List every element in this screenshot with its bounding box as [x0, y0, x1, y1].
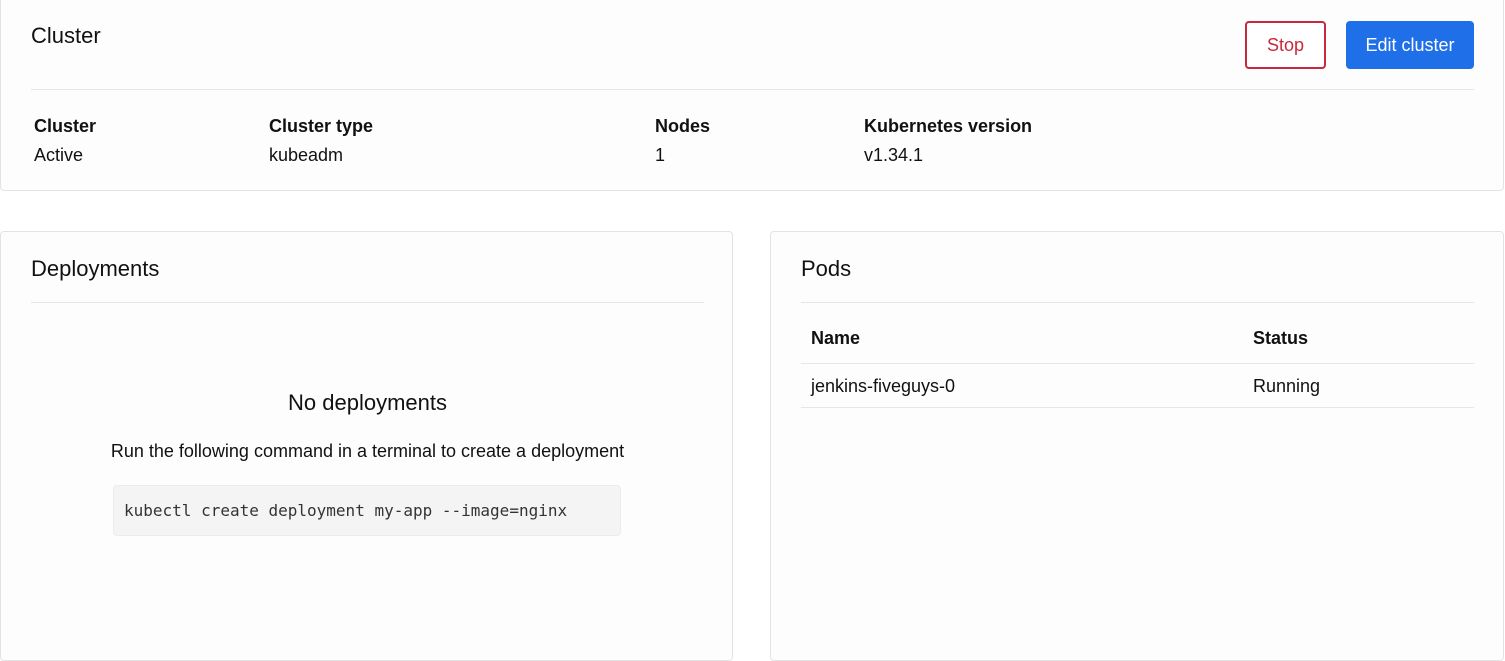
pods-table: Name Status jenkins-fiveguys-0 Running — [801, 303, 1474, 408]
edit-cluster-button[interactable]: Edit cluster — [1346, 21, 1474, 69]
cluster-card: Cluster Stop Edit cluster Cluster Active… — [0, 0, 1504, 191]
stat-label: Kubernetes version — [864, 116, 1033, 136]
table-header: Name Status — [801, 303, 1474, 364]
stat-value: Active — [34, 145, 84, 165]
stat-cluster-type: Cluster type kubeadm — [269, 115, 373, 166]
pods-title: Pods — [801, 256, 852, 281]
stat-label: Cluster — [34, 116, 97, 136]
stat-label: Nodes — [655, 116, 711, 136]
pod-name-cell: jenkins-fiveguys-0 — [811, 376, 956, 396]
divider — [31, 89, 1474, 90]
stat-value: kubeadm — [269, 145, 344, 165]
column-header-status[interactable]: Status — [1253, 328, 1308, 349]
command-code-block[interactable]: kubectl create deployment my-app --image… — [113, 485, 621, 536]
stop-button[interactable]: Stop — [1245, 21, 1326, 69]
stat-nodes: Nodes 1 — [655, 115, 710, 166]
deployments-title: Deployments — [31, 256, 160, 281]
pod-status-cell: Running — [1253, 376, 1321, 396]
table-row[interactable]: jenkins-fiveguys-0 Running — [801, 364, 1474, 408]
divider — [31, 302, 704, 303]
pods-card: Pods Name Status jenkins-fiveguys-0 Runn… — [770, 231, 1504, 661]
stat-value: v1.34.1 — [864, 145, 924, 165]
deployments-card: Deployments No deployments Run the follo… — [0, 231, 733, 661]
empty-state-title: No deployments — [288, 390, 447, 415]
column-header-name[interactable]: Name — [811, 328, 860, 349]
stat-value: 1 — [655, 145, 666, 165]
cluster-title: Cluster — [31, 23, 101, 48]
stat-cluster-status: Cluster Active — [34, 115, 96, 166]
stat-kubernetes-version: Kubernetes version v1.34.1 — [864, 115, 1032, 166]
empty-state-description: Run the following command in a terminal … — [110, 441, 625, 461]
stat-label: Cluster type — [269, 116, 374, 136]
